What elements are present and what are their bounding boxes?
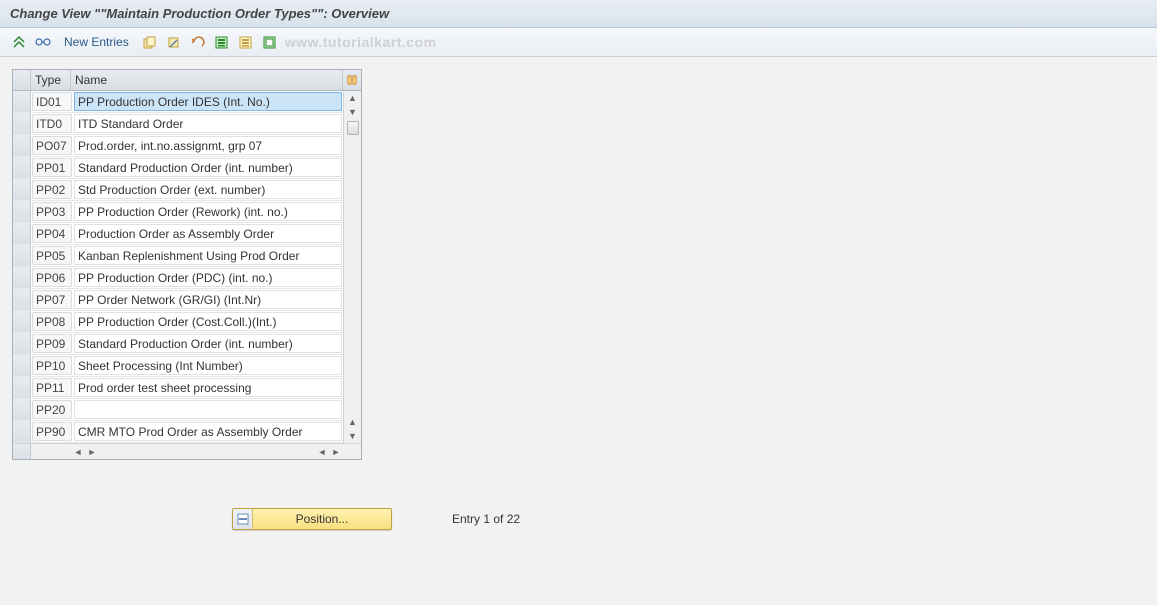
name-cell[interactable]: PP Production Order IDES (Int. No.) [74,92,342,111]
row-selector[interactable] [13,135,31,156]
type-cell[interactable]: PP02 [32,180,72,199]
name-cell[interactable]: PP Order Network (GR/GI) (Int.Nr) [74,290,342,309]
name-cell[interactable]: Standard Production Order (int. number) [74,334,342,353]
row-selector[interactable] [13,421,31,442]
table-row[interactable]: PP08PP Production Order (Cost.Coll.)(Int… [13,311,343,333]
type-cell[interactable]: PP11 [32,378,72,397]
table-row[interactable]: PP02Std Production Order (ext. number) [13,179,343,201]
name-cell[interactable]: Standard Production Order (int. number) [74,158,342,177]
type-cell[interactable]: PP03 [32,202,72,221]
scroll-down-icon[interactable]: ▼ [344,105,361,119]
column-header-name[interactable]: Name [71,70,343,90]
name-cell[interactable]: Prod order test sheet processing [74,378,342,397]
scroll-down2-icon[interactable]: ▼ [344,429,361,443]
copy-icon[interactable] [139,32,161,52]
expand-icon[interactable] [8,32,30,52]
type-cell[interactable]: PP20 [32,400,72,419]
table-row[interactable]: PP10Sheet Processing (Int Number) [13,355,343,377]
name-cell[interactable]: PP Production Order (Rework) (int. no.) [74,202,342,221]
configure-columns-icon[interactable] [343,70,361,90]
column-header-type[interactable]: Type [31,70,71,90]
type-cell[interactable]: PP07 [32,290,72,309]
select-all-icon[interactable] [211,32,233,52]
type-cell[interactable]: PP08 [32,312,72,331]
table-row[interactable]: PP11Prod order test sheet processing [13,377,343,399]
type-cell[interactable]: PP06 [32,268,72,287]
row-selector[interactable] [13,355,31,376]
type-cell[interactable]: PO07 [32,136,72,155]
row-selector[interactable] [13,333,31,354]
select-all-header[interactable] [13,70,31,90]
table-row[interactable]: ID01PP Production Order IDES (Int. No.) [13,91,343,113]
glasses-icon[interactable] [32,32,54,52]
scroll-right2-icon[interactable]: ► [329,447,343,457]
row-selector[interactable] [13,399,31,420]
table-row[interactable]: PO07Prod.order, int.no.assignmt, grp 07 [13,135,343,157]
scroll-left2-icon[interactable]: ◄ [315,447,329,457]
type-cell[interactable]: PP01 [32,158,72,177]
row-selector[interactable] [13,311,31,332]
name-cell[interactable]: Std Production Order (ext. number) [74,180,342,199]
undo-icon[interactable] [187,32,209,52]
order-types-table: Type Name ID01PP Production Order IDES (… [12,69,362,460]
table-row[interactable]: PP01Standard Production Order (int. numb… [13,157,343,179]
deselect-all-icon[interactable] [259,32,281,52]
scroll-left-icon[interactable]: ◄ [71,447,85,457]
name-cell[interactable] [74,400,342,419]
watermark-text: www.tutorialkart.com [285,34,437,50]
name-cell[interactable]: Sheet Processing (Int Number) [74,356,342,375]
type-cell[interactable]: PP90 [32,422,72,441]
row-selector[interactable] [13,113,31,134]
table-row[interactable]: PP06PP Production Order (PDC) (int. no.) [13,267,343,289]
delete-icon[interactable] [163,32,185,52]
row-selector[interactable] [13,267,31,288]
table-row[interactable]: PP05Kanban Replenishment Using Prod Orde… [13,245,343,267]
row-selector[interactable] [13,179,31,200]
app-toolbar: New Entries www.tutorialkart.com [0,28,1157,57]
type-cell[interactable]: ITD0 [32,114,72,133]
name-cell[interactable]: CMR MTO Prod Order as Assembly Order [74,422,342,441]
horizontal-scrollbar[interactable]: ◄ ► ◄ ► [13,443,361,459]
type-cell[interactable]: PP05 [32,246,72,265]
table-row[interactable]: PP03PP Production Order (Rework) (int. n… [13,201,343,223]
row-selector[interactable] [13,201,31,222]
row-selector[interactable] [13,377,31,398]
name-cell[interactable]: Prod.order, int.no.assignmt, grp 07 [74,136,342,155]
table-row[interactable]: PP20 [13,399,343,421]
scroll-up-icon[interactable]: ▲ [344,91,361,105]
row-selector[interactable] [13,289,31,310]
row-selector[interactable] [13,223,31,244]
select-block-icon[interactable] [235,32,257,52]
name-cell[interactable]: PP Production Order (PDC) (int. no.) [74,268,342,287]
row-selector[interactable] [13,157,31,178]
scroll-right-icon[interactable]: ► [85,447,99,457]
scroll-up2-icon[interactable]: ▲ [344,415,361,429]
table-row[interactable]: ITD0ITD Standard Order [13,113,343,135]
name-cell[interactable]: ITD Standard Order [74,114,342,133]
scroll-thumb[interactable] [347,121,359,135]
table-row[interactable]: PP04Production Order as Assembly Order [13,223,343,245]
position-button-label: Position... [253,512,391,526]
row-selector[interactable] [13,245,31,266]
table-row[interactable]: PP90CMR MTO Prod Order as Assembly Order [13,421,343,443]
position-button[interactable]: Position... [232,508,392,530]
vertical-scrollbar[interactable]: ▲ ▼ ▲ ▼ [343,91,361,443]
type-cell[interactable]: PP10 [32,356,72,375]
type-cell[interactable]: ID01 [32,92,72,111]
position-icon [233,509,253,529]
type-cell[interactable]: PP09 [32,334,72,353]
new-entries-button[interactable]: New Entries [56,33,137,51]
page-title: Change View ""Maintain Production Order … [0,0,1157,28]
type-cell[interactable]: PP04 [32,224,72,243]
table-row[interactable]: PP07PP Order Network (GR/GI) (Int.Nr) [13,289,343,311]
name-cell[interactable]: Kanban Replenishment Using Prod Order [74,246,342,265]
entry-counter: Entry 1 of 22 [452,512,520,526]
name-cell[interactable]: PP Production Order (Cost.Coll.)(Int.) [74,312,342,331]
table-row[interactable]: PP09Standard Production Order (int. numb… [13,333,343,355]
name-cell[interactable]: Production Order as Assembly Order [74,224,342,243]
row-selector[interactable] [13,91,31,112]
